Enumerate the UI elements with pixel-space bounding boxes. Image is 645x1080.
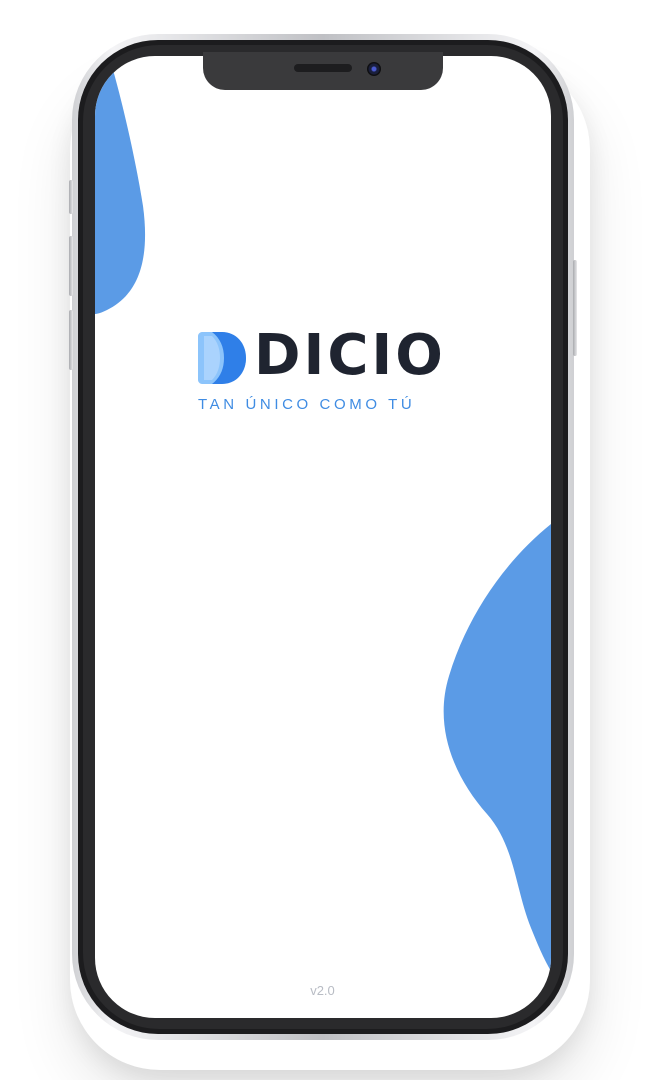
bottom-right-blob — [443, 524, 551, 971]
dicio-d-logo-icon — [198, 332, 246, 384]
earpiece-speaker-icon — [294, 64, 352, 72]
brand-wordmark: DICIO — [254, 323, 446, 388]
brand-tagline: TAN ÚNICO COMO TÚ — [198, 396, 416, 413]
power-button — [573, 260, 577, 356]
phone-screen — [95, 56, 551, 1018]
volume-down-button — [69, 310, 73, 370]
mute-switch — [69, 180, 73, 214]
brand-logo: DICIO — [198, 326, 448, 390]
version-label: v2.0 — [310, 983, 335, 998]
volume-up-button — [69, 236, 73, 296]
splash-screen-mockup: DICIO TAN ÚNICO COMO TÚ v2.0 — [0, 0, 645, 1080]
front-camera-icon — [367, 62, 381, 76]
